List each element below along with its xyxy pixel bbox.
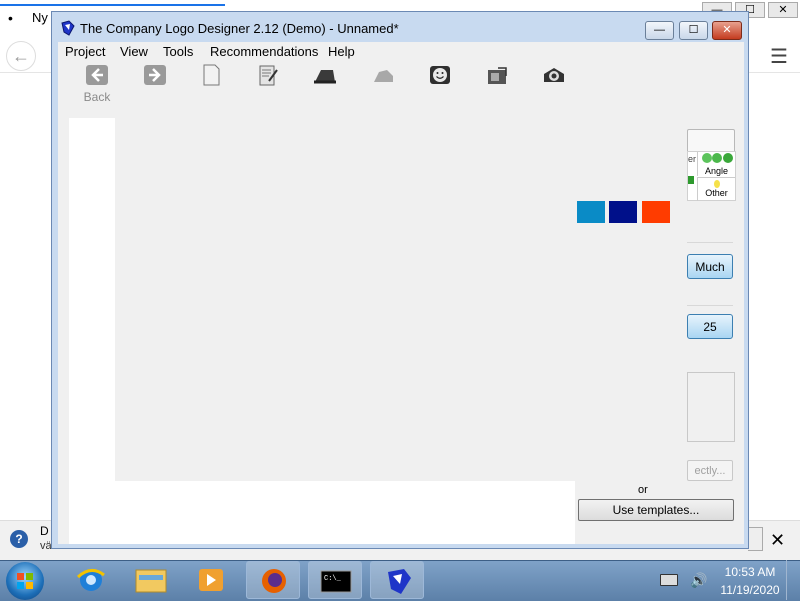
right-panel-field[interactable] — [687, 129, 735, 153]
much-button[interactable]: Much — [687, 254, 733, 279]
menu-help[interactable]: Help — [328, 44, 355, 59]
hat-icon — [314, 70, 336, 84]
show-desktop-button[interactable] — [786, 560, 800, 600]
cloud-button[interactable] — [363, 64, 403, 108]
svg-text:C:\_: C:\_ — [324, 575, 342, 583]
camera-icon — [544, 68, 564, 82]
edit-document-icon — [259, 65, 278, 86]
infobar-button-fragment[interactable] — [748, 527, 763, 551]
firefox-icon — [262, 569, 286, 593]
logo-designer-icon — [388, 569, 411, 594]
hat-button[interactable] — [305, 64, 345, 108]
color-swatch-orange[interactable] — [642, 201, 670, 223]
taskbar-cmd[interactable]: C:\_ — [308, 561, 362, 599]
disabled-button: ectly... — [687, 460, 733, 481]
back-icon — [86, 65, 108, 85]
clock-time[interactable]: 10:53 AM — [700, 565, 800, 579]
back-button[interactable]: Back — [77, 64, 117, 108]
photo-button[interactable] — [477, 64, 517, 108]
menu-bar: Project View Tools Recommendations Help — [58, 42, 744, 62]
angle-dots-icon — [701, 153, 733, 163]
grid-fragment-icon — [688, 174, 696, 184]
canvas-overlay-panel — [115, 118, 688, 481]
tab-bullet: • — [8, 10, 13, 26]
angle-label: Angle — [704, 166, 729, 176]
other-label: Other — [705, 188, 728, 198]
window-title: The Company Logo Designer 2.12 (Demo) - … — [80, 21, 399, 36]
title-bar[interactable]: The Company Logo Designer 2.12 (Demo) - … — [52, 12, 748, 42]
keyboard-icon[interactable] — [660, 574, 678, 586]
clock-date[interactable]: 11/19/2020 — [700, 583, 800, 597]
taskbar-firefox[interactable] — [246, 561, 300, 599]
camera-button[interactable] — [534, 64, 574, 108]
new-button[interactable] — [191, 64, 231, 108]
color-swatch-blue[interactable] — [577, 201, 605, 223]
maximize-button[interactable]: ☐ — [679, 21, 708, 40]
color-swatch-navy[interactable] — [609, 201, 637, 223]
command-prompt-icon: C:\_ — [320, 570, 352, 593]
menu-recommendations[interactable]: Recommendations — [210, 44, 318, 59]
shape-options-grid: er Angle Other — [687, 151, 736, 201]
app-logo-icon — [61, 20, 75, 36]
infobar-close-icon[interactable]: ✕ — [770, 530, 785, 551]
smiley-button[interactable] — [420, 64, 460, 108]
tab-title: Ny — [32, 10, 48, 25]
lightbulb-icon — [713, 180, 720, 188]
cloud-icon — [374, 70, 393, 82]
angle-option[interactable]: Angle — [697, 152, 735, 176]
browser-close-button[interactable]: ✕ — [768, 2, 798, 18]
browser-menu-icon[interactable]: ☰ — [770, 44, 788, 69]
minimize-button[interactable]: — — [645, 21, 674, 40]
media-player-icon — [199, 569, 223, 591]
windows-logo-icon — [17, 573, 33, 589]
value-button-25[interactable]: 25 — [687, 314, 733, 339]
toolbar: Back — [58, 62, 744, 108]
app-client-area: Project View Tools Recommendations Help … — [58, 42, 744, 544]
infobar-text: D — [40, 524, 49, 538]
internet-explorer-icon — [76, 569, 105, 591]
photo-icon — [488, 67, 507, 84]
help-icon[interactable]: ? — [10, 530, 28, 548]
smiley-icon — [430, 66, 450, 84]
grid-fragment-label: er — [688, 154, 697, 164]
taskbar-logo-designer[interactable] — [370, 561, 424, 599]
preview-box — [687, 372, 735, 442]
app-window: The Company Logo Designer 2.12 (Demo) - … — [51, 11, 749, 549]
separator — [687, 242, 733, 243]
taskbar-media-player[interactable] — [184, 561, 238, 599]
browser-back-button[interactable]: ← — [6, 41, 36, 71]
menu-project[interactable]: Project — [65, 44, 105, 59]
or-label: or — [638, 484, 648, 496]
other-option[interactable]: Other — [697, 177, 735, 201]
forward-icon — [144, 65, 166, 85]
folder-icon — [135, 569, 167, 593]
forward-button[interactable] — [135, 64, 175, 108]
taskbar-explorer[interactable] — [124, 561, 178, 599]
edit-button[interactable] — [248, 64, 288, 108]
menu-tools[interactable]: Tools — [163, 44, 193, 59]
use-templates-button[interactable]: Use templates... — [578, 499, 734, 521]
separator — [687, 305, 733, 306]
start-button[interactable] — [6, 562, 44, 600]
close-button[interactable]: ✕ — [712, 21, 742, 40]
menu-view[interactable]: View — [120, 44, 148, 59]
taskbar-ie[interactable] — [64, 561, 118, 599]
back-label: Back — [83, 90, 111, 104]
new-document-icon — [203, 64, 220, 86]
